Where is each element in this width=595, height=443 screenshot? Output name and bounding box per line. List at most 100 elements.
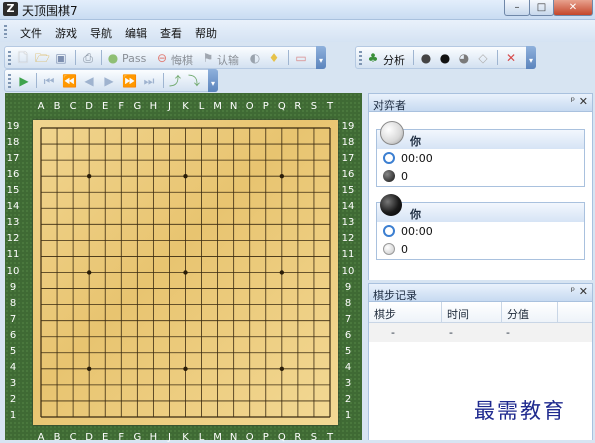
star-point [279, 270, 285, 275]
branch-up-icon[interactable]: ⤴ [168, 74, 182, 88]
column-label-bottom: M [213, 432, 222, 443]
row-label-right: 16 [341, 169, 355, 181]
menu-navigate[interactable]: 导航 [90, 25, 112, 41]
star-point [183, 366, 188, 372]
column-label-top: G [133, 101, 142, 112]
column-label-top: B [53, 101, 61, 112]
close-window-button[interactable]: ✕ [553, 0, 593, 16]
white-stone-icon [380, 121, 404, 145]
star-point [86, 173, 92, 179]
column-label-bottom: T [326, 432, 334, 443]
estimate-icon[interactable]: ◐ [248, 51, 262, 65]
first-move-icon[interactable]: ⏮ [42, 74, 56, 88]
moves-panel-title: 棋步记录 [373, 289, 417, 302]
white-player-captures: 0 [401, 170, 408, 183]
new-file-icon[interactable]: 🗋 [16, 51, 30, 65]
maximize-button[interactable]: □ [529, 0, 554, 16]
time-cell: - [449, 326, 453, 339]
row-label-right: 6 [344, 329, 352, 341]
board-grid[interactable] [33, 120, 338, 425]
menu-grip-handle[interactable] [4, 25, 7, 38]
resign-flag-icon[interactable]: ⚑ [201, 51, 215, 65]
column-label-bottom: R [294, 432, 302, 443]
save-icon[interactable]: ▣ [54, 51, 68, 65]
fast-back-icon[interactable]: ⏪ [62, 74, 77, 88]
column-label-top: R [294, 101, 302, 112]
row-label-right: 13 [341, 217, 355, 229]
column-header-score[interactable]: 分值 [502, 302, 558, 323]
row-label-left: 19 [6, 121, 20, 132]
column-header-filler [558, 302, 592, 323]
analysis-toolbar: ♣ 分析 ● ● ◕ ◇ ✕ ▾ [355, 46, 536, 69]
row-label-right: 1 [344, 410, 352, 421]
analyze-button-label[interactable]: 分析 [383, 52, 405, 68]
black-stone-icon[interactable]: ● [438, 51, 452, 65]
black-player-card: 你 00:00 0 [376, 194, 585, 260]
row-label-right: 2 [344, 393, 352, 405]
fast-forward-icon[interactable]: ⏩ [122, 74, 137, 88]
menu-view[interactable]: 查看 [160, 25, 182, 41]
close-panel-icon[interactable]: ✕ [579, 285, 588, 298]
toolbar-grip-handle[interactable] [8, 51, 11, 65]
column-header-time[interactable]: 时间 [442, 302, 502, 323]
hint-bulb-icon[interactable]: ♦ [267, 51, 281, 65]
play-icon[interactable]: ▶ [17, 74, 31, 88]
toolbar-grip-handle[interactable] [8, 74, 11, 88]
resign-button-label[interactable]: 认输 [217, 52, 239, 68]
toolbar-overflow-chevron-icon[interactable]: ▾ [316, 46, 326, 69]
column-label-top: M [213, 101, 222, 112]
step-forward-icon[interactable]: ▶ [102, 74, 116, 88]
toolbar-separator [413, 50, 414, 65]
close-panel-icon[interactable]: ✕ [579, 95, 588, 108]
row-label-left: 17 [6, 153, 20, 165]
pass-icon[interactable]: ● [106, 51, 120, 65]
board-frame: A A B B C C D D E E F F G G H H J J K K L L M M N N O O P P Q Q R R S S T T 19… [5, 93, 362, 443]
star-point [183, 270, 188, 275]
pass-button-label[interactable]: Pass [122, 52, 146, 65]
column-header-move[interactable]: 棋步 [369, 302, 442, 323]
column-label-bottom: G [133, 432, 142, 443]
mixed-stones-icon[interactable]: ◕ [457, 51, 471, 65]
row-label-left: 16 [6, 169, 20, 181]
column-label-bottom: A [37, 432, 45, 443]
last-move-icon[interactable]: ⏭ [142, 74, 156, 88]
toolbar-overflow-chevron-icon[interactable]: ▾ [208, 69, 218, 92]
pin-icon[interactable]: ᵖ [571, 96, 575, 107]
print-icon[interactable]: ⎙ [81, 51, 95, 65]
delete-icon[interactable]: ✕ [504, 51, 518, 65]
menu-edit[interactable]: 编辑 [125, 25, 147, 41]
players-panel-title: 对弈者 [373, 99, 406, 112]
row-label-right: 18 [341, 137, 355, 149]
column-label-bottom: N [229, 432, 238, 443]
row-label-right: 3 [344, 377, 352, 389]
stones-icon[interactable]: ● [419, 51, 433, 65]
analyze-icon[interactable]: ♣ [366, 51, 380, 65]
pin-icon[interactable]: ᵖ [571, 286, 575, 297]
row-label-left: 6 [9, 329, 17, 341]
column-label-top: P [262, 101, 269, 112]
black-player-name: 你 [410, 208, 421, 221]
toolbar-grip-handle[interactable] [359, 51, 362, 65]
menu-file[interactable]: 文件 [20, 25, 42, 41]
column-label-top: A [37, 101, 45, 112]
go-board[interactable] [33, 120, 338, 425]
column-label-bottom: C [69, 432, 77, 443]
stop-icon[interactable]: ▭ [294, 51, 308, 65]
undo-button-label[interactable]: 悔棋 [171, 52, 193, 68]
eraser-icon[interactable]: ◇ [476, 51, 490, 65]
toolbar-overflow-chevron-icon[interactable]: ▾ [526, 46, 536, 69]
row-label-left: 1 [9, 410, 17, 421]
column-label-bottom: O [245, 432, 254, 443]
table-row[interactable] [369, 323, 592, 342]
minimize-button[interactable]: – [504, 0, 530, 16]
undo-icon[interactable]: ⊖ [155, 51, 169, 65]
step-back-icon[interactable]: ◀ [82, 74, 96, 88]
menu-help[interactable]: 帮助 [195, 25, 217, 41]
menu-game[interactable]: 游戏 [55, 25, 77, 41]
row-label-right: 5 [344, 345, 352, 357]
toolbar-separator [497, 50, 498, 65]
branch-down-icon[interactable]: ⤵ [187, 74, 201, 88]
row-label-right: 10 [341, 265, 355, 277]
row-label-left: 3 [9, 377, 17, 389]
open-folder-icon[interactable]: 🗁 [35, 51, 50, 65]
